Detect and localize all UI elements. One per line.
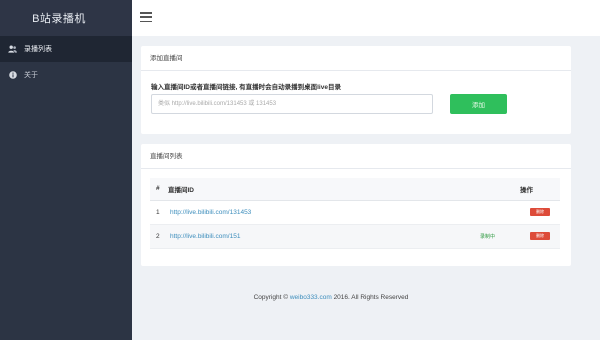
col-header-room: 直播间ID bbox=[168, 178, 480, 201]
footer-prefix: Copyright © bbox=[253, 294, 290, 301]
sidebar-item-label: 关于 bbox=[24, 72, 38, 79]
app-brand[interactable]: B站录播机 bbox=[0, 0, 132, 36]
footer: Copyright © weibo333.com 2016. All Right… bbox=[132, 294, 600, 301]
add-room-title: 添加直播间 bbox=[141, 46, 571, 71]
delete-button[interactable]: 删除 bbox=[530, 232, 550, 240]
delete-button[interactable]: 删除 bbox=[530, 208, 550, 216]
users-icon bbox=[8, 45, 17, 54]
table-row: 1 http://live.bilibili.com/131453 删除 bbox=[150, 200, 560, 225]
room-input-label: 输入直播间ID或者直播间链接, 有直播时会自动录播到桌面live目录 bbox=[151, 84, 341, 91]
table-header-row: # 直播间ID 操作 bbox=[150, 178, 560, 201]
col-header-status bbox=[480, 178, 520, 201]
room-list-card: 直播间列表 # 直播间ID 操作 1 http://live.bilibili.… bbox=[141, 144, 571, 266]
menu-toggle-icon[interactable] bbox=[140, 12, 152, 22]
main-content: 添加直播间 输入直播间ID或者直播间链接, 有直播时会自动录播到桌面live目录… bbox=[132, 36, 600, 340]
footer-link[interactable]: weibo333.com bbox=[290, 294, 332, 301]
row-number: 2 bbox=[150, 224, 168, 249]
row-action-cell: 删除 bbox=[520, 224, 560, 249]
footer-suffix: 2016. All Rights Reserved bbox=[331, 294, 409, 301]
sidebar: B站录播机 录播列表 关于 bbox=[0, 0, 132, 340]
room-id-input[interactable] bbox=[151, 94, 433, 114]
row-action-cell: 删除 bbox=[520, 200, 560, 225]
room-list-title: 直播间列表 bbox=[141, 144, 571, 169]
col-header-num: # bbox=[150, 178, 168, 201]
room-table: # 直播间ID 操作 1 http://live.bilibili.com/13… bbox=[150, 178, 560, 249]
sidebar-item-label: 录播列表 bbox=[24, 46, 52, 53]
top-bar bbox=[132, 0, 600, 36]
sidebar-item-about[interactable]: 关于 bbox=[0, 62, 132, 88]
row-status bbox=[480, 200, 520, 225]
row-number: 1 bbox=[150, 200, 168, 225]
row-status: 录制中 bbox=[480, 224, 520, 249]
add-room-button[interactable]: 添加 bbox=[450, 94, 507, 114]
add-room-card: 添加直播间 输入直播间ID或者直播间链接, 有直播时会自动录播到桌面live目录… bbox=[141, 46, 571, 134]
sidebar-item-recordings[interactable]: 录播列表 bbox=[0, 36, 132, 62]
room-link[interactable]: http://live.bilibili.com/151 bbox=[168, 224, 480, 249]
room-link[interactable]: http://live.bilibili.com/131453 bbox=[168, 200, 480, 225]
info-icon bbox=[8, 71, 17, 80]
table-row: 2 http://live.bilibili.com/151 录制中 删除 bbox=[150, 224, 560, 249]
col-header-action: 操作 bbox=[520, 178, 560, 201]
